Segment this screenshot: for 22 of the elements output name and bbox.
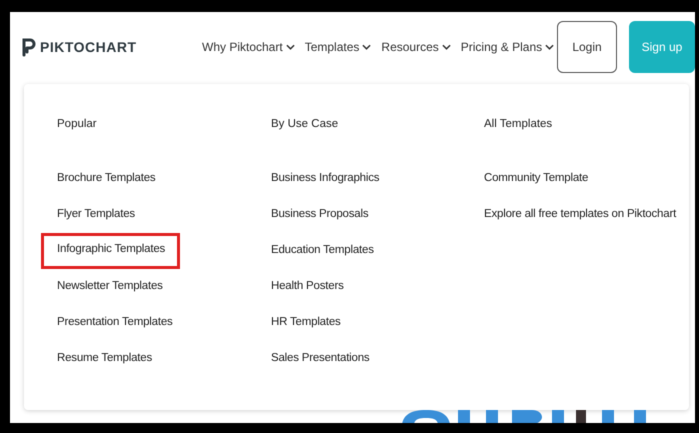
nav-link[interactable]: Pricing & Plans (460, 40, 554, 54)
menu-link[interactable]: Resume Templates (57, 350, 152, 386)
nav-link[interactable]: Why Piktochart (202, 40, 295, 54)
logo-text[interactable]: PIKTOCHART (40, 39, 137, 55)
menu-link[interactable]: Newsletter Templates (57, 278, 163, 314)
nav-link[interactable]: Resources (381, 40, 451, 54)
menu-link[interactable]: Education Templates (271, 242, 374, 278)
column-heading: By Use Case (271, 118, 340, 130)
menu-link[interactable]: Business Proposals (271, 206, 368, 242)
menu-link[interactable]: Health Posters (271, 278, 344, 314)
menu-link[interactable]: Community Template (484, 170, 588, 206)
nav-link[interactable]: Templates (304, 40, 372, 54)
menu-link[interactable]: HR Templates (271, 314, 341, 350)
column-heading: All Templates (484, 118, 554, 130)
menu-link[interactable]: Brochure Templates (57, 170, 156, 206)
logo-icon (22, 37, 36, 57)
menu-link[interactable]: Business Infographics (271, 170, 380, 206)
menu-link[interactable]: Presentation Templates (57, 314, 173, 350)
menu-link[interactable]: Explore all free templates on Piktochart (484, 206, 676, 242)
column-heading: Popular (57, 118, 98, 130)
login-button[interactable]: Login (557, 21, 617, 73)
menu-link[interactable]: Sales Presentations (271, 350, 370, 386)
